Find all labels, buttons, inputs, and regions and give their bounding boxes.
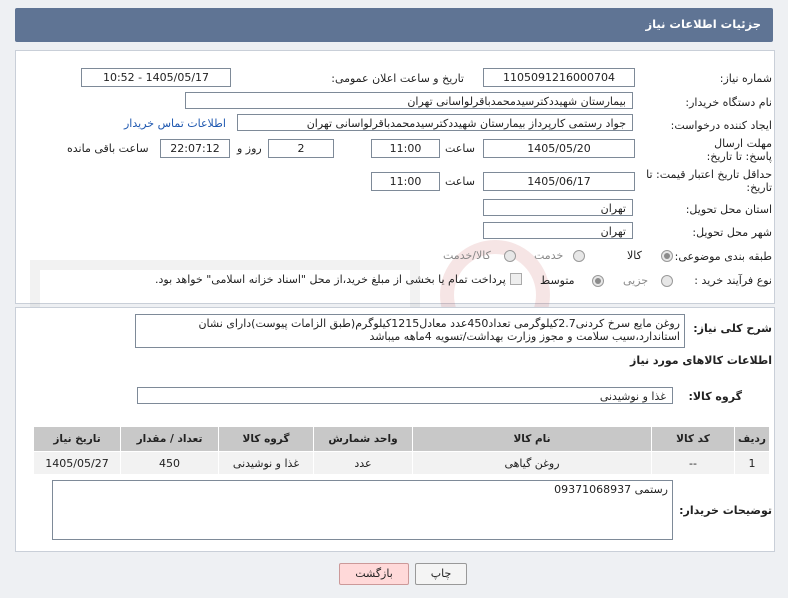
goods-section-title: اطلاعات کالاهای مورد نیاز xyxy=(630,354,772,367)
col-item-code: کد کالا xyxy=(651,426,735,452)
cell-unit: عدد xyxy=(313,451,413,475)
delivery-city-field: تهران xyxy=(483,222,633,239)
buyer-notes-textarea[interactable]: رستمی 09371068937 xyxy=(52,480,673,540)
category-radio-both[interactable] xyxy=(504,250,516,262)
price-time-field: 11:00 xyxy=(371,172,440,191)
announce-datetime-field: 1405/05/17 - 10:52 xyxy=(81,68,231,87)
print-button[interactable]: چاپ xyxy=(415,563,467,585)
category-label: طبقه بندی موضوعی: xyxy=(674,250,772,263)
delivery-city-label: شهر محل تحویل: xyxy=(692,226,772,239)
buyer-contact-link[interactable]: اطلاعات تماس خریدار xyxy=(124,117,226,130)
buyer-notes-label: توضیحات خریدار: xyxy=(679,504,772,517)
reply-date-field: 1405/05/20 xyxy=(483,139,635,158)
category-option-goods: کالا xyxy=(627,249,642,262)
days-remaining-field: 2 xyxy=(268,139,334,158)
page-header: جزئیات اطلاعات نیاز xyxy=(15,8,773,42)
delivery-province-field: تهران xyxy=(483,199,633,216)
back-button[interactable]: بازگشت xyxy=(339,563,409,585)
col-quantity: تعداد / مقدار xyxy=(120,426,219,452)
col-need-date: تاریخ نیاز xyxy=(33,426,121,452)
cell-quantity: 450 xyxy=(120,451,219,475)
col-item-name: نام کالا xyxy=(412,426,652,452)
goods-group-field: غذا و نوشیدنی xyxy=(137,387,673,404)
cell-row-number: 1 xyxy=(734,451,770,475)
col-row-number: ردیف xyxy=(734,426,770,452)
category-option-service: خدمت xyxy=(534,249,564,262)
purchase-option-medium: متوسط xyxy=(540,274,575,287)
announce-datetime-label: تاریخ و ساعت اعلان عمومی: xyxy=(331,72,464,85)
need-number-field: 1105091216000704 xyxy=(483,68,635,87)
remaining-label: ساعت باقی مانده xyxy=(67,142,149,155)
requester-field: جواد رستمی کارپرداز بیمارستان شهیددکترسی… xyxy=(237,114,633,131)
purchase-option-minor: جزیی xyxy=(623,274,649,287)
category-option-both: کالا/خدمت xyxy=(443,249,491,262)
price-time-label: ساعت xyxy=(445,175,475,188)
cell-item-name: روغن گیاهی xyxy=(412,451,652,475)
delivery-province-label: استان محل تحویل: xyxy=(685,203,772,216)
requester-label: ایجاد کننده درخواست: xyxy=(670,119,772,132)
description-textarea[interactable]: روغن مایع سرخ کردنی2.7کیلوگرمی تعداد450ع… xyxy=(135,314,685,348)
cell-need-date: 1405/05/27 xyxy=(33,451,121,475)
page-title: جزئیات اطلاعات نیاز xyxy=(645,17,761,31)
price-validity-label: حداقل تاریخ اعتبار قیمت: تا تاریخ: xyxy=(646,168,772,194)
purchase-radio-medium[interactable] xyxy=(592,275,604,287)
buyer-org-field: بیمارستان شهیددکترسیدمحمدباقرلواسانی تهر… xyxy=(185,92,633,109)
goods-table-header: ردیف کد کالا نام کالا واحد شمارش گروه کا… xyxy=(33,426,770,452)
goods-group-label: گروه کالا: xyxy=(688,390,742,403)
cell-item-code: -- xyxy=(651,451,735,475)
purchase-process-label: نوع فرآیند خرید : xyxy=(694,274,772,287)
col-unit: واحد شمارش xyxy=(313,426,413,452)
need-number-label: شماره نیاز: xyxy=(719,72,772,85)
cell-group: غذا و نوشیدنی xyxy=(218,451,314,475)
remaining-time-field: 22:07:12 xyxy=(160,139,230,158)
reply-time-field: 11:00 xyxy=(371,139,440,158)
goods-table: ردیف کد کالا نام کالا واحد شمارش گروه کا… xyxy=(33,426,770,475)
table-row: 1 -- روغن گیاهی عدد غذا و نوشیدنی 450 14… xyxy=(33,451,770,475)
reply-time-label: ساعت xyxy=(445,142,475,155)
reply-deadline-label: مهلت ارسال پاسخ: تا تاریخ: xyxy=(706,137,772,163)
col-group: گروه کالا xyxy=(218,426,314,452)
category-radio-goods[interactable] xyxy=(661,250,673,262)
description-label: شرح کلی نیاز: xyxy=(693,322,772,335)
buyer-org-label: نام دستگاه خریدار: xyxy=(685,96,772,109)
treasury-payment-note: پرداخت تمام یا بخشی از مبلغ خرید،از محل … xyxy=(155,273,506,286)
purchase-radio-minor[interactable] xyxy=(661,275,673,287)
price-date-field: 1405/06/17 xyxy=(483,172,635,191)
days-and-label: روز و xyxy=(237,142,262,155)
treasury-payment-checkbox[interactable] xyxy=(510,273,522,285)
category-radio-service[interactable] xyxy=(573,250,585,262)
